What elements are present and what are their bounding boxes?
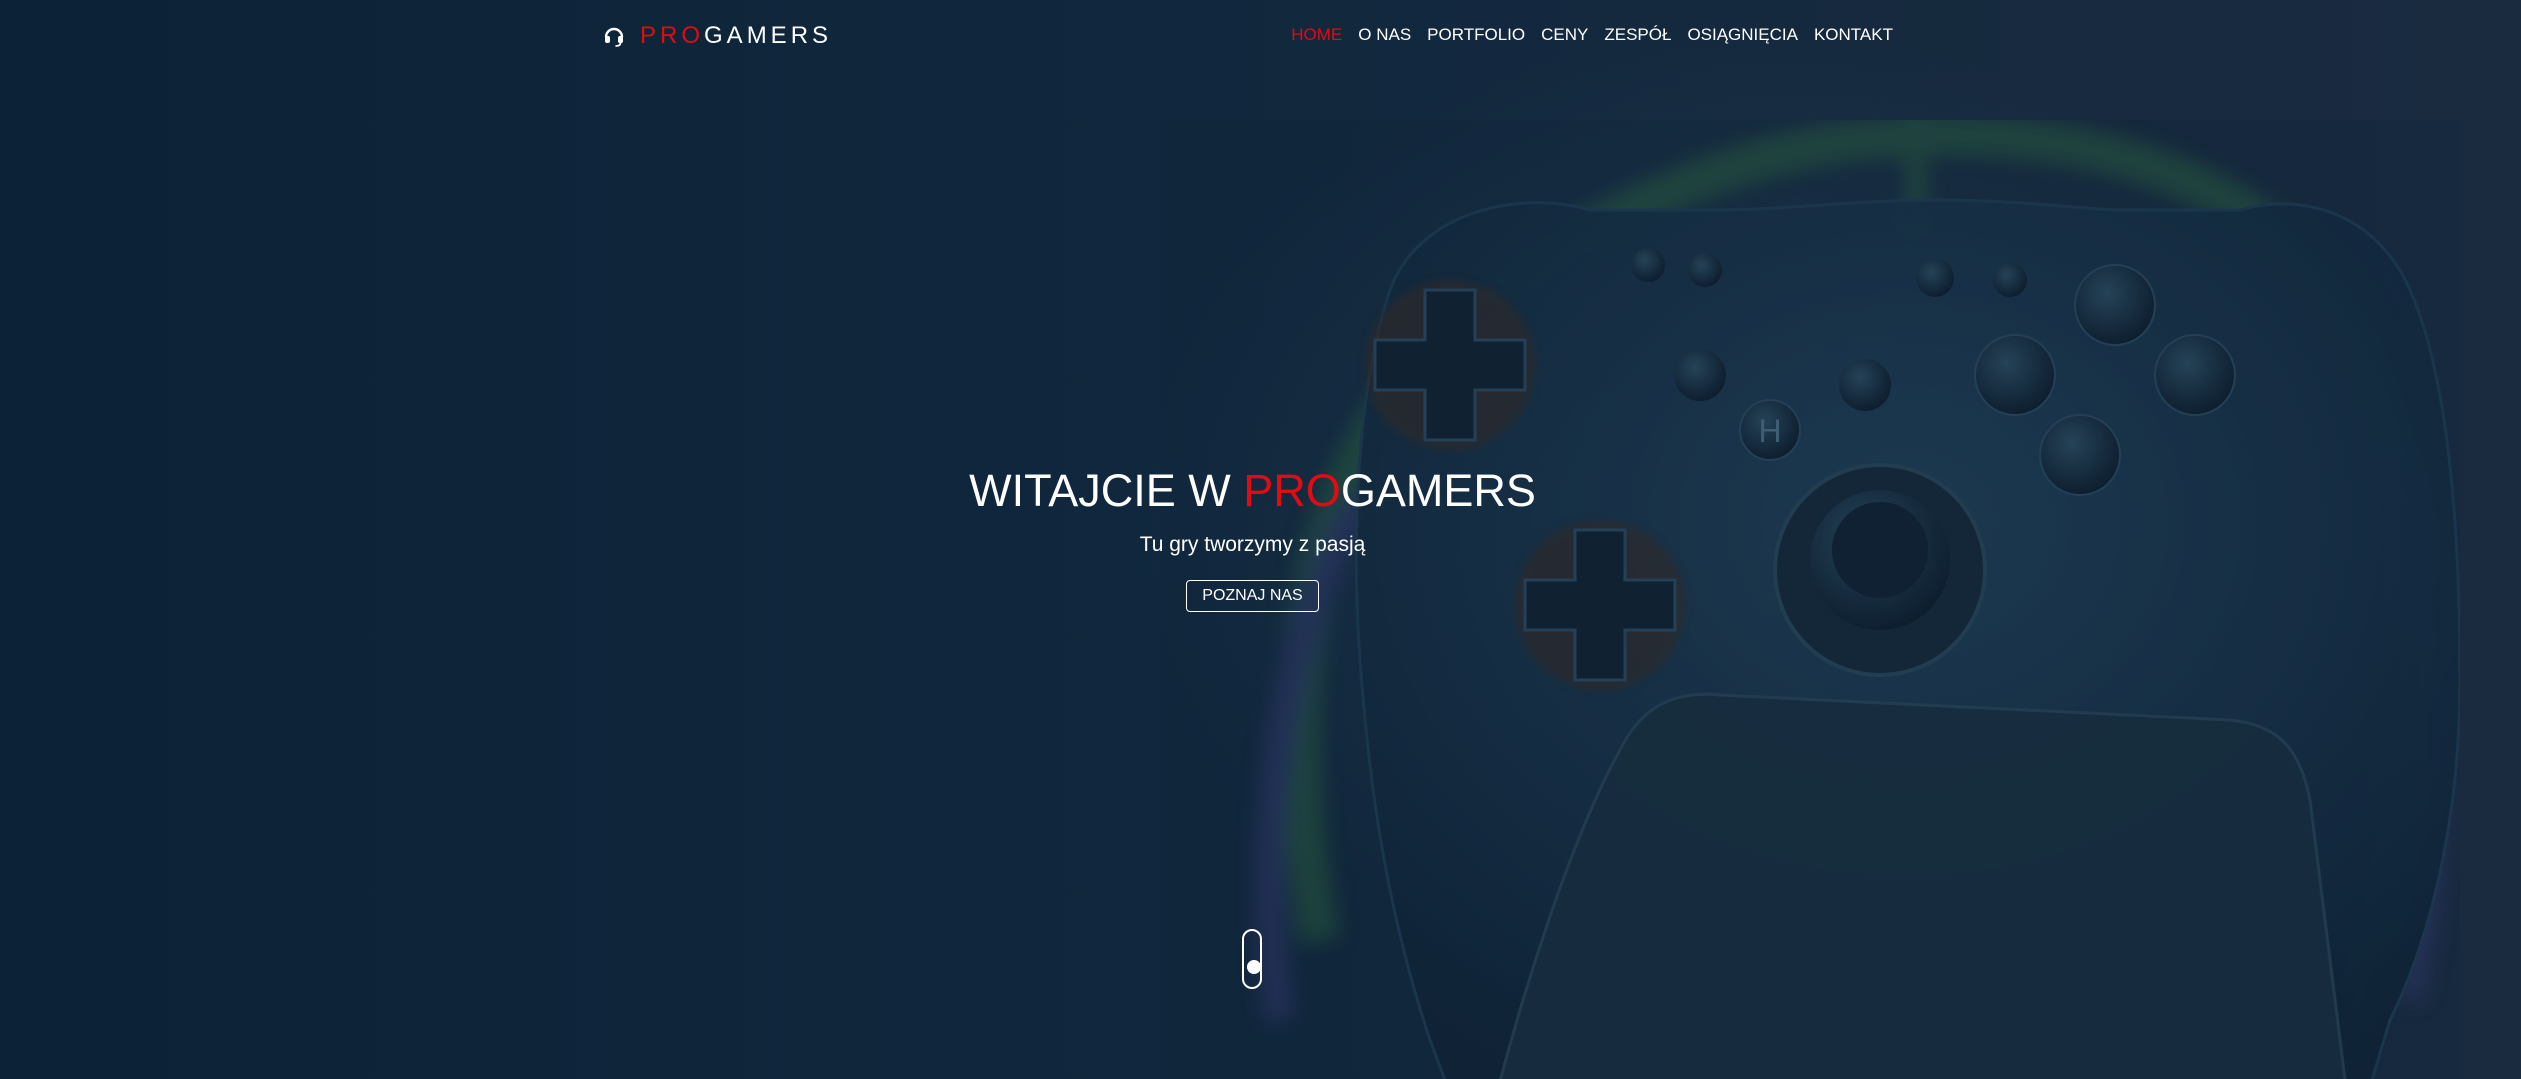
nav-link-ceny[interactable]: CENY bbox=[1541, 25, 1588, 44]
nav-link-zespol[interactable]: ZESPÓŁ bbox=[1604, 25, 1671, 44]
menu-item-ceny: CENY bbox=[1541, 22, 1588, 48]
nav-link-portfolio[interactable]: PORTFOLIO bbox=[1427, 25, 1525, 44]
hero-section: H PROGAMERS HOME O NAS PORTFOLIO CENY ZE… bbox=[0, 0, 2521, 1079]
nav-link-home[interactable]: HOME bbox=[1291, 25, 1342, 44]
menu-item-zespol: ZESPÓŁ bbox=[1604, 22, 1671, 48]
brand-logo-link[interactable]: PROGAMERS bbox=[602, 20, 832, 52]
brand-name-accent: PRO bbox=[640, 22, 705, 49]
nav-link-kontakt[interactable]: KONTAKT bbox=[1814, 25, 1893, 44]
scroll-wheel-dot bbox=[1247, 960, 1261, 974]
hero-title-prefix: WITAJCIE W bbox=[969, 465, 1244, 516]
top-navbar: PROGAMERS HOME O NAS PORTFOLIO CENY ZESP… bbox=[0, 0, 2521, 72]
menu-item-o-nas: O NAS bbox=[1358, 22, 1411, 48]
headset-icon bbox=[604, 27, 624, 47]
hero-subtitle: Tu gry tworzymy z pasją bbox=[1139, 533, 1366, 556]
hero-title-suffix: GAMERS bbox=[1340, 465, 1536, 516]
menu-item-osiagniecia: OSIĄGNIĘCIA bbox=[1687, 22, 1798, 48]
brand-name: PROGAMERS bbox=[640, 22, 832, 50]
hero-content: WITAJCIE W PROGAMERS Tu gry tworzymy z p… bbox=[0, 462, 2505, 612]
menu-item-portfolio: PORTFOLIO bbox=[1427, 22, 1525, 48]
brand-name-rest: GAMERS bbox=[704, 22, 833, 49]
nav-link-o-nas[interactable]: O NAS bbox=[1358, 25, 1411, 44]
main-menu: HOME O NAS PORTFOLIO CENY ZESPÓŁ OSIĄGNI… bbox=[1291, 22, 1893, 48]
poznaj-nas-button[interactable]: POZNAJ NAS bbox=[1186, 580, 1319, 612]
nav-link-osiagniecia[interactable]: OSIĄGNIĘCIA bbox=[1687, 25, 1798, 44]
hero-title-accent: PRO bbox=[1243, 465, 1341, 516]
menu-item-home: HOME bbox=[1291, 22, 1342, 48]
scroll-mouse-icon[interactable] bbox=[1242, 929, 1262, 989]
hero-title: WITAJCIE W PROGAMERS bbox=[0, 462, 2505, 520]
menu-item-kontakt: KONTAKT bbox=[1814, 22, 1893, 48]
